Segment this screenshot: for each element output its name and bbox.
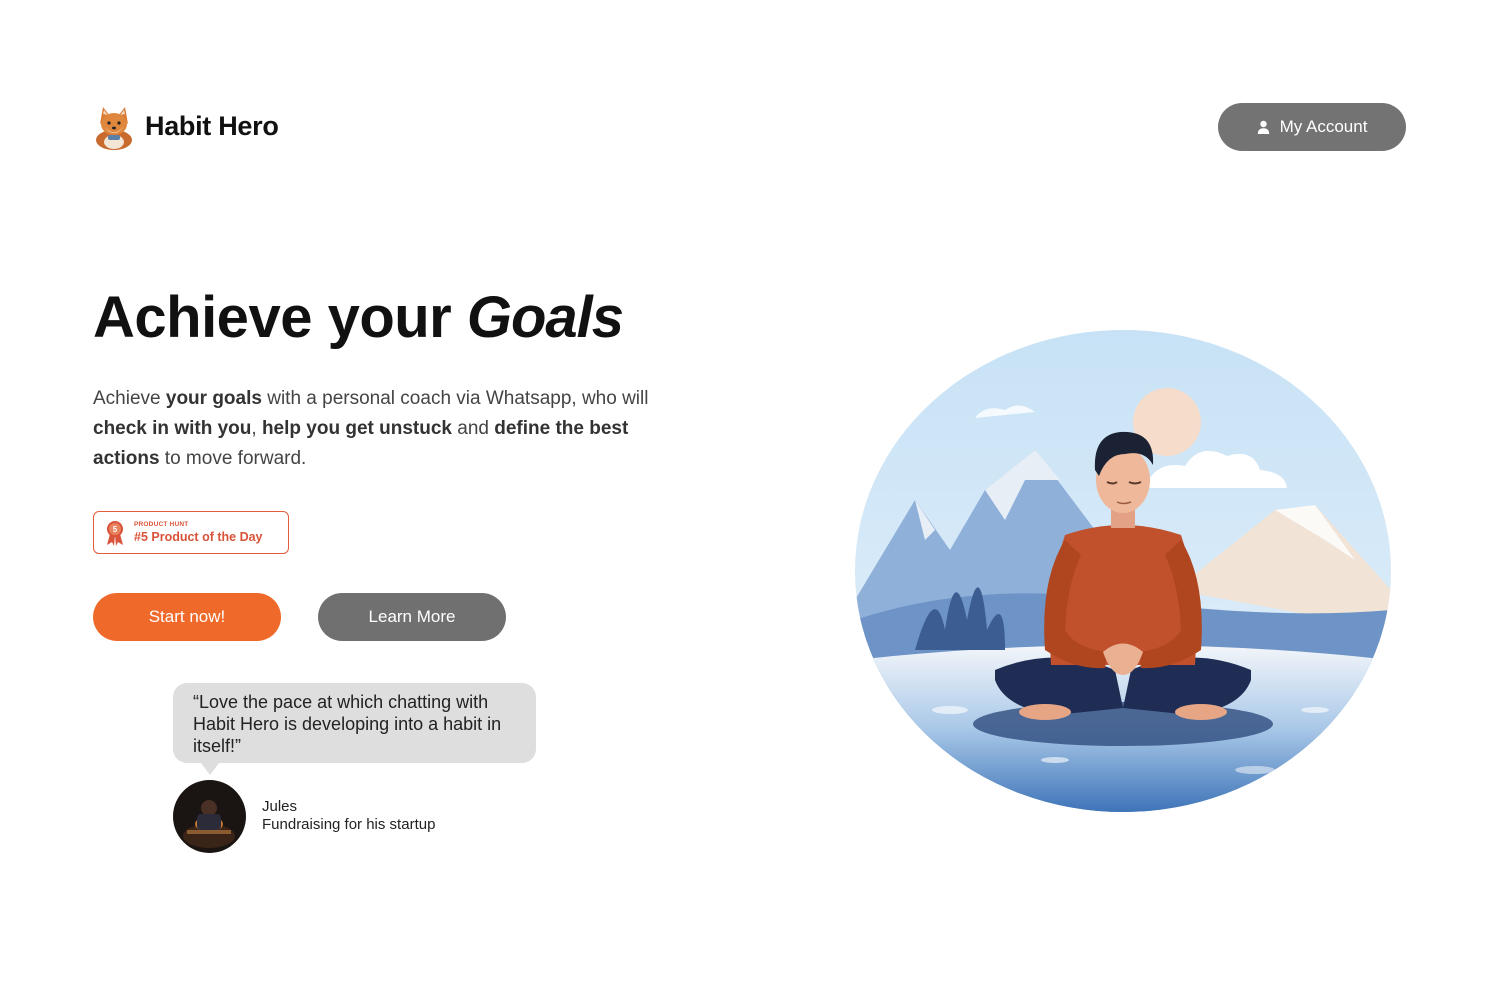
author-name: Jules [262,798,298,815]
hero-title-emphasis: Goals [466,285,624,350]
start-now-button[interactable]: Start now! [93,593,281,641]
landing-page: Habit Hero My Account Achieve your Goals… [0,0,1500,1000]
avatar [173,780,246,853]
desc-segment: , [251,418,262,439]
medal-number: 5 [113,525,118,534]
brand[interactable]: Habit Hero [93,102,279,150]
desc-segment-bold: check in with you [93,418,252,439]
badge-text: PRODUCT HUNT #5 Product of the Day [134,521,263,544]
avatar-photo [173,780,246,853]
desc-segment-bold: help you get unstuck [261,418,452,439]
learn-more-button[interactable]: Learn More [318,593,506,641]
author-role: Fundraising for his startup [262,816,436,833]
desc-segment: and [451,418,495,439]
medal-icon: 5 [107,520,123,546]
testimonial-quote: “Love the pace at which chatting with Ha… [173,683,536,775]
hero-title-plain: Achieve your [93,285,467,350]
hero-title: Achieve your Goals [93,284,624,351]
my-account-button[interactable]: My Account [1218,103,1406,151]
user-icon [1257,120,1269,134]
hero-description: Achieve your goals with a personal coach… [93,384,653,474]
brand-name: Habit Hero [145,110,279,141]
badge-small-label: PRODUCT HUNT [134,521,189,528]
desc-segment-bold: your goals [165,388,262,409]
desc-segment: to move forward. [159,448,307,469]
desc-segment: with a personal coach via Whatsapp, who … [261,388,649,409]
fox-mascot-icon [96,107,132,150]
testimonial-author: Jules Fundraising for his startup [262,798,435,834]
desc-segment: Achieve [93,388,166,409]
my-account-label: My Account [1279,117,1368,136]
product-hunt-badge[interactable]: 5 PRODUCT HUNT #5 Product of the Day [93,511,289,554]
meditating-man-illustration [855,330,1391,812]
badge-main-label: #5 Product of the Day [134,530,263,544]
